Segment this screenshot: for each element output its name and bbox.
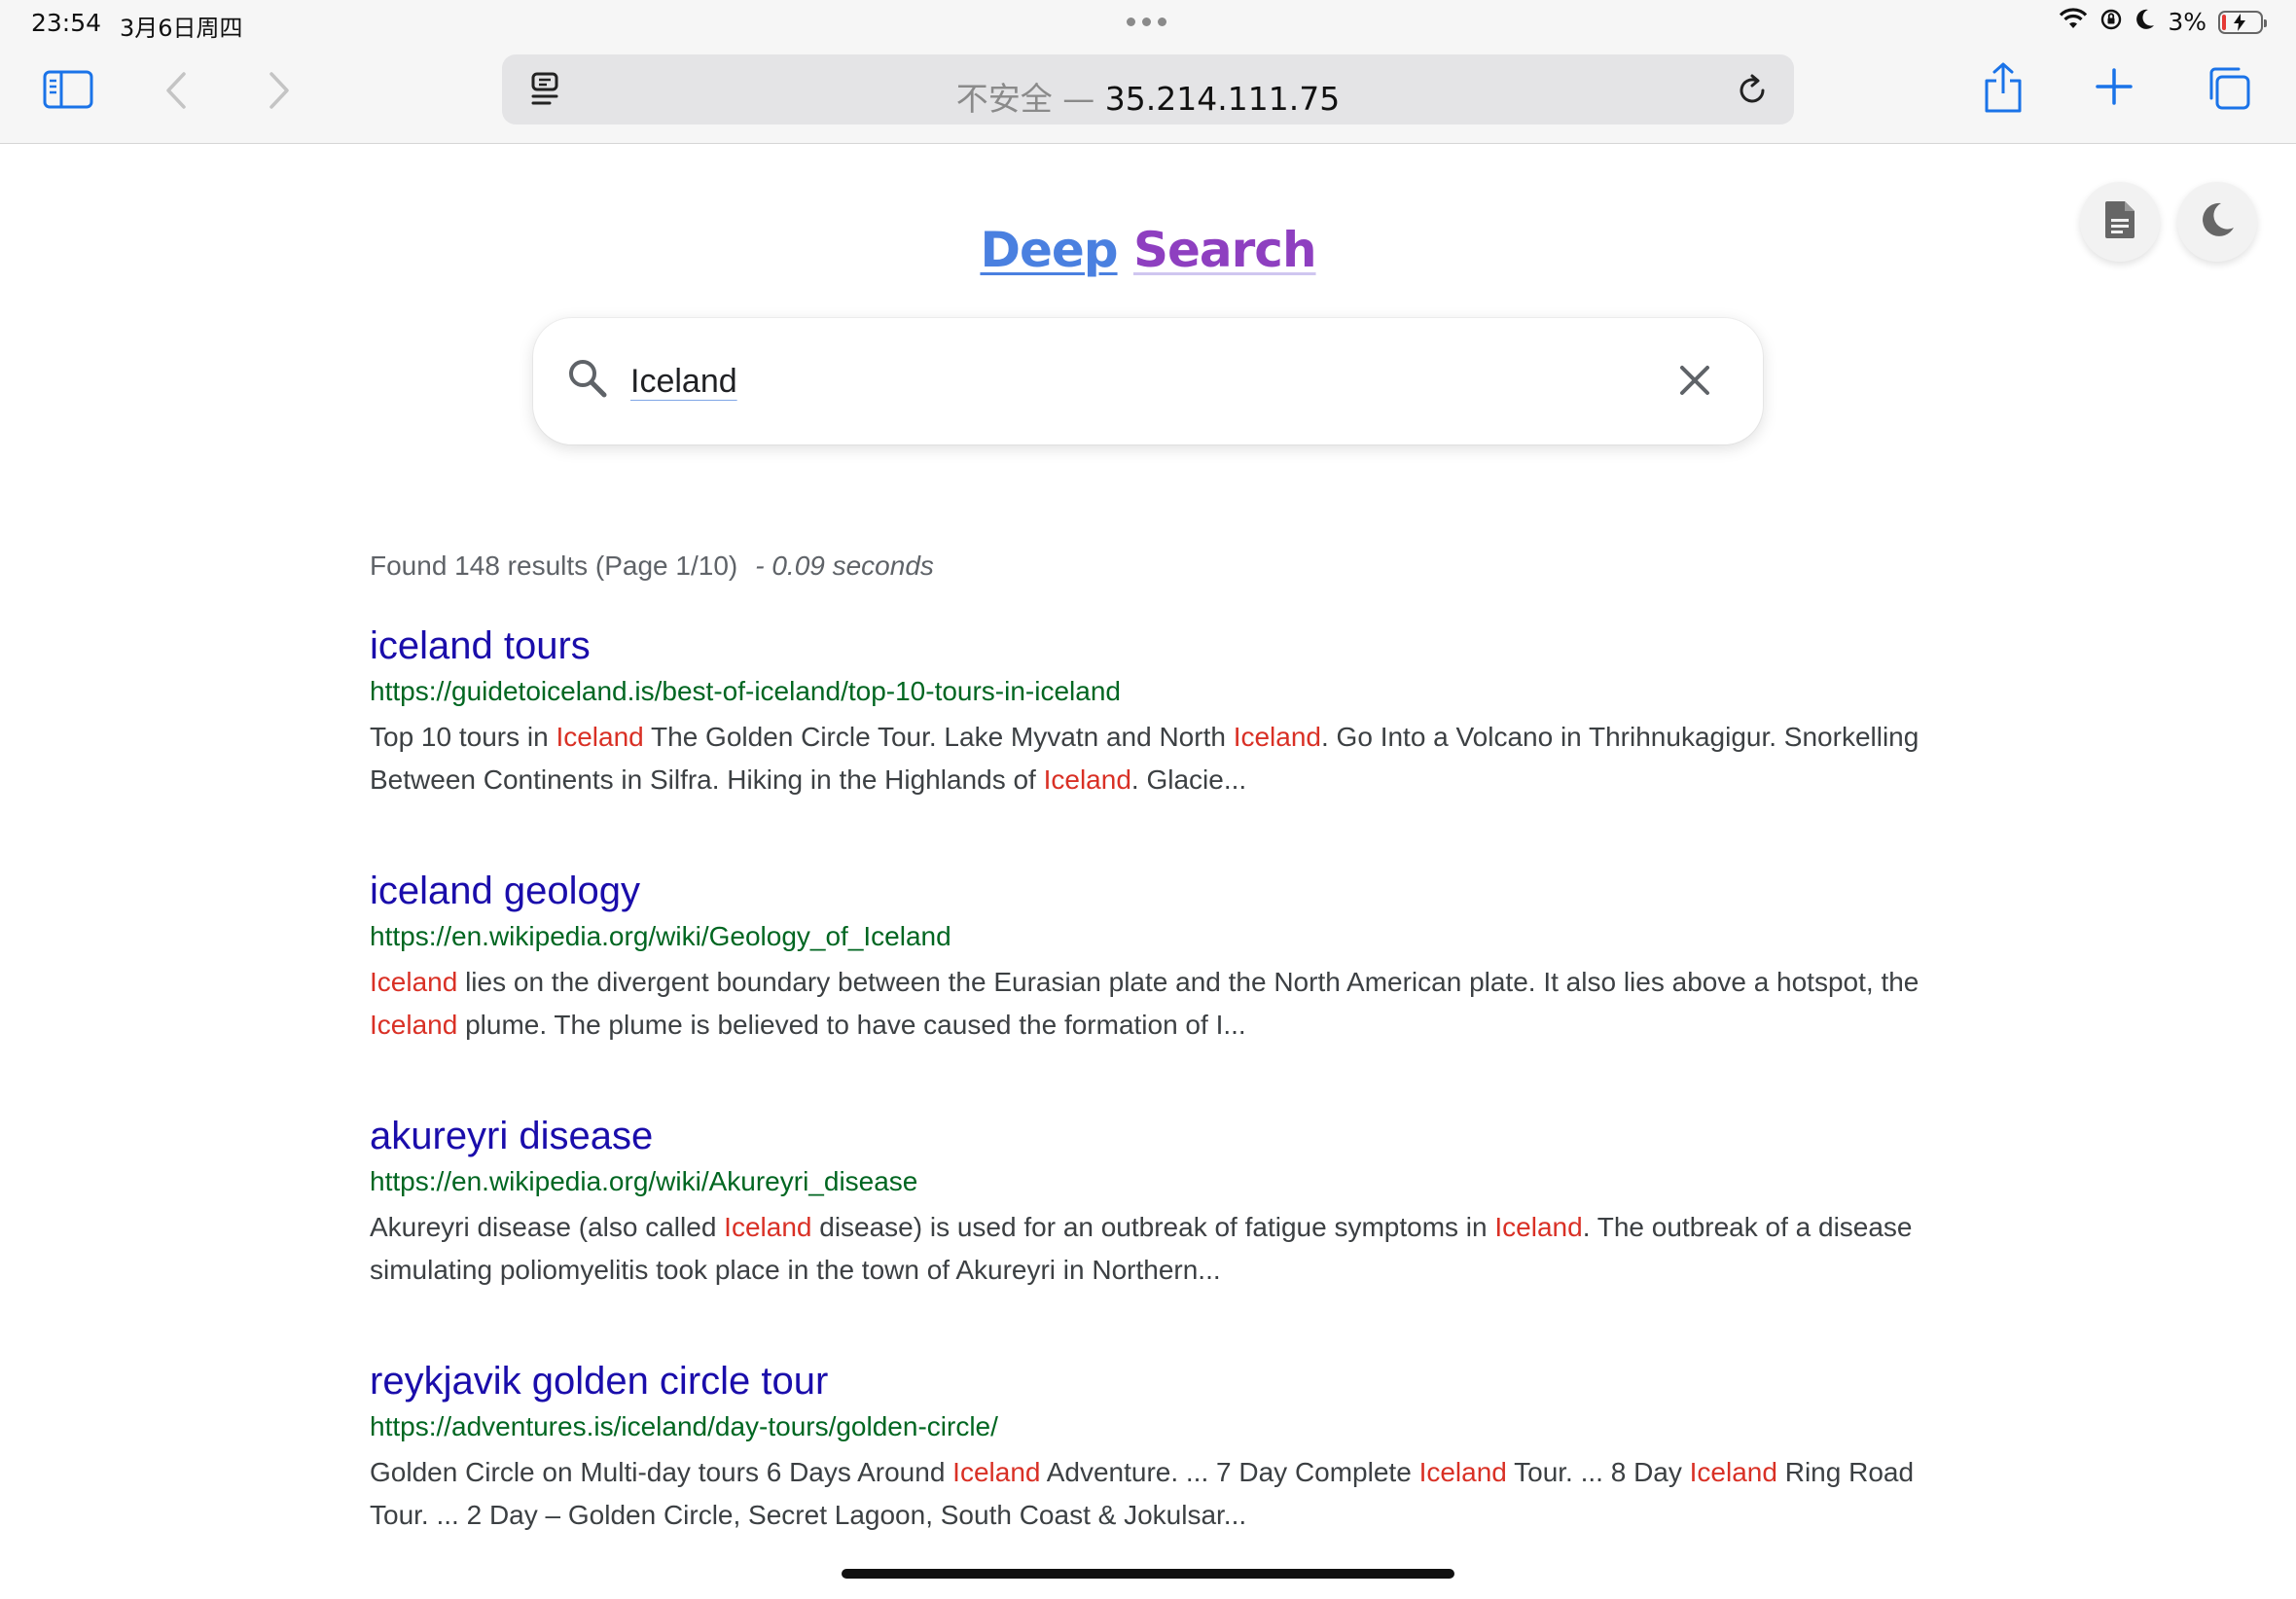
address-bar[interactable]: 不安全 — 35.214.111.75 (502, 54, 1794, 124)
battery-charging-icon (2218, 10, 2267, 34)
battery-percent: 3% (2168, 8, 2206, 36)
snippet-text: Top 10 tours in (370, 722, 556, 752)
home-indicator[interactable] (842, 1569, 1454, 1579)
site-logo[interactable]: Deep Search (0, 222, 2296, 278)
sidebar-icon[interactable] (41, 66, 95, 113)
search-result: reykjavik golden circle tour https://adve… (370, 1354, 1926, 1599)
snippet-highlight: Iceland (370, 1010, 458, 1040)
snippet-highlight: Iceland (1233, 722, 1321, 752)
snippet-highlight: Iceland (1418, 1457, 1507, 1487)
reload-icon[interactable] (1734, 72, 1771, 109)
snippet-text: Adventure. ... 7 Day Complete (1040, 1457, 1419, 1487)
snippet-text: plume. The plume is believed to have cau… (457, 1010, 1246, 1040)
insecure-label: 不安全 — (955, 80, 1095, 118)
address-text[interactable]: 不安全 — 35.214.111.75 (502, 73, 1794, 120)
status-date: 3月6日周四 (120, 15, 243, 42)
snippet-highlight: Iceland (724, 1212, 812, 1242)
status-indicators: 3% (2059, 8, 2267, 36)
search-input[interactable] (630, 357, 1603, 406)
result-title-link[interactable]: akureyri disease (370, 1109, 1926, 1163)
result-url[interactable]: https://en.wikipedia.org/wiki/Geology_of… (370, 918, 1926, 955)
result-snippet: Top 10 tours in Iceland The Golden Circl… (370, 716, 1926, 801)
back-icon[interactable] (161, 68, 191, 113)
result-title-link[interactable]: iceland geology (370, 864, 1926, 918)
result-url[interactable]: https://adventures.is/iceland/day-tours/… (370, 1408, 1926, 1445)
snippet-text: lies on the divergent boundary between t… (457, 967, 1919, 997)
share-icon[interactable] (1981, 60, 2026, 115)
wifi-icon (2059, 8, 2088, 36)
status-time: 23:54 (31, 9, 102, 37)
results-summary: Found 148 results (Page 1/10) - 0.09 seco… (370, 551, 934, 582)
snippet-text: Golden Circle on Multi-day tours 6 Days … (370, 1457, 953, 1487)
result-url[interactable]: https://en.wikipedia.org/wiki/Akureyri_d… (370, 1163, 1926, 1200)
result-title-link[interactable]: iceland tours (370, 619, 1926, 673)
snippet-highlight: Iceland (952, 1457, 1041, 1487)
results-count: Found 148 results (Page 1/10) (370, 551, 738, 581)
orientation-lock-icon (2099, 8, 2123, 36)
address-host: 35.214.111.75 (1104, 80, 1341, 118)
result-snippet: Akureyri disease (also called Iceland di… (370, 1206, 1926, 1292)
snippet-text: . Glacie... (1130, 764, 1247, 795)
new-tab-icon[interactable] (2094, 66, 2135, 107)
clear-search-icon[interactable] (1677, 363, 1712, 403)
logo-deep: Deep (980, 222, 1118, 278)
browser-toolbar: 不安全 — 35.214.111.75 (0, 47, 2296, 144)
snippet-highlight: Iceland (1689, 1457, 1777, 1487)
result-url[interactable]: https://guidetoiceland.is/best-of-icelan… (370, 673, 1926, 710)
result-snippet: Iceland lies on the divergent boundary b… (370, 961, 1926, 1047)
forward-icon[interactable] (265, 68, 294, 113)
snippet-highlight: Iceland (556, 722, 644, 752)
search-icon (566, 357, 609, 405)
results-time: - 0.09 seconds (755, 551, 934, 581)
result-title-link[interactable]: reykjavik golden circle tour (370, 1354, 1926, 1408)
search-result: iceland geology https://en.wikipedia.org/… (370, 864, 1926, 1109)
results-list: iceland tours https://guidetoiceland.is/b… (370, 619, 1926, 1599)
snippet-highlight: Iceland (1043, 764, 1131, 795)
snippet-text: Tour. ... 8 Day (1506, 1457, 1690, 1487)
multitasking-dots-icon[interactable] (1127, 18, 1166, 26)
status-bar: 23:54 3月6日周四 3% (0, 0, 2296, 47)
result-snippet: Golden Circle on Multi-day tours 6 Days … (370, 1451, 1926, 1537)
snippet-highlight: Iceland (1494, 1212, 1583, 1242)
search-box (533, 318, 1763, 444)
search-result: akureyri disease https://en.wikipedia.org… (370, 1109, 1926, 1354)
search-result: iceland tours https://guidetoiceland.is/b… (370, 619, 1926, 864)
tabs-icon[interactable] (2205, 64, 2253, 113)
snippet-text: disease) is used for an outbreak of fati… (811, 1212, 1495, 1242)
snippet-text: The Golden Circle Tour. Lake Myvatn and … (643, 722, 1234, 752)
moon-icon (2135, 8, 2156, 36)
snippet-highlight: Iceland (370, 967, 458, 997)
snippet-text: Akureyri disease (also called (370, 1212, 725, 1242)
logo-search: Search (1132, 222, 1317, 278)
